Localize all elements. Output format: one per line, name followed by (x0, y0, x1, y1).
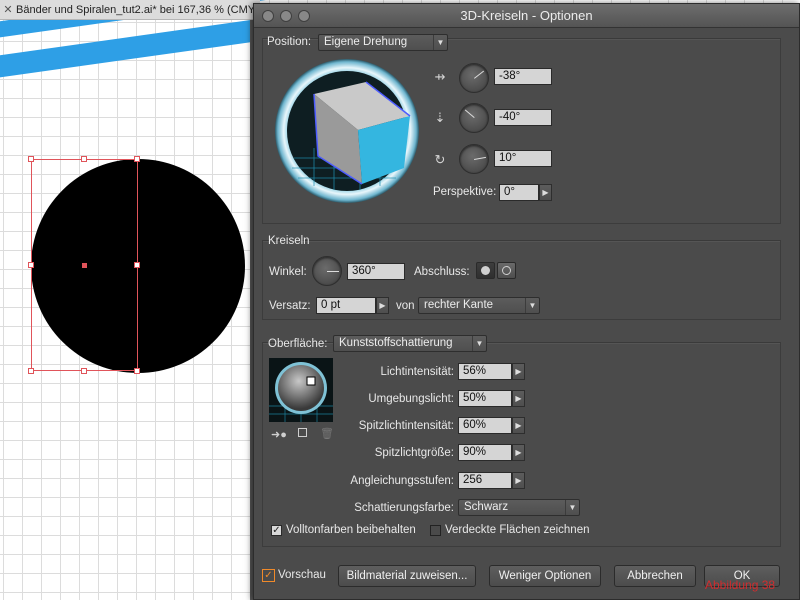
winkel-dial[interactable] (312, 256, 342, 286)
document-tab-title: Bänder und Spiralen_tut2.ai* bei 167,36 … (16, 4, 260, 16)
light-source-handle (306, 376, 316, 386)
spitzlichtintensitaet-field[interactable]: 60% (458, 417, 512, 434)
z-axis-angle-field[interactable]: 10° (494, 150, 552, 167)
x-axis-angle-field[interactable]: -38° (494, 68, 552, 85)
vorschau-label: Vorschau (278, 569, 326, 581)
dialog-title: 3D-Kreiseln - Optionen (460, 8, 593, 23)
selection-handle[interactable] (28, 368, 34, 374)
verdeckte-checkbox[interactable] (430, 525, 441, 536)
rotation-track-cube[interactable] (274, 58, 420, 204)
z-axis-rotation-icon: ↻ (434, 152, 446, 167)
oberflaeche-dropdown-value: Kunststoffschattierung (339, 337, 453, 349)
umgebungslicht-label: Umgebungslicht: (368, 393, 454, 405)
perspective-field[interactable]: 0° (499, 184, 539, 201)
chevron-down-icon: ▼ (472, 336, 486, 351)
new-light-icon[interactable] (298, 428, 307, 437)
versatz-label: Versatz: (269, 300, 311, 312)
winkel-field[interactable]: 360° (347, 263, 405, 280)
schattierungsfarbe-dropdown[interactable]: Schwarz ▼ (458, 499, 580, 516)
close-window-icon[interactable] (262, 10, 274, 22)
abbrechen-button[interactable]: Abbrechen (614, 565, 696, 587)
selection-handle[interactable] (134, 156, 140, 162)
selection-handle[interactable] (81, 156, 87, 162)
winkel-label: Winkel: (269, 266, 307, 278)
angleichungsstufen-label: Angleichungsstufen: (350, 475, 454, 487)
schattierungsfarbe-dropdown-value: Schwarz (464, 501, 509, 513)
kreiseln-heading: Kreiseln (268, 235, 310, 247)
chevron-down-icon: ▼ (433, 35, 447, 50)
spitzlichtgroesse-label: Spitzlichtgröße: (374, 447, 454, 459)
x-axis-dial[interactable] (459, 63, 489, 93)
move-light-to-back-icon[interactable]: ➜● (271, 428, 287, 441)
spitzlichtgroesse-slider-button[interactable]: ▶ (512, 444, 525, 461)
spitzlichtgroesse-field[interactable]: 90% (458, 444, 512, 461)
spitzlichtintensitaet-slider-button[interactable]: ▶ (512, 417, 525, 434)
chevron-down-icon: ▼ (565, 500, 579, 515)
von-dropdown[interactable]: rechter Kante ▼ (418, 297, 540, 314)
bildmaterial-zuweisen-button[interactable]: Bildmaterial zuweisen... (338, 565, 476, 587)
selection-handle[interactable] (28, 262, 34, 268)
close-tab-icon[interactable]: ✕ (0, 0, 16, 19)
figure-caption-watermark: Abbildung 38 (705, 578, 776, 592)
von-dropdown-value: rechter Kante (424, 299, 494, 311)
position-label: Position: (267, 36, 312, 48)
y-axis-dial[interactable] (459, 103, 489, 133)
abschluss-label: Abschluss: (414, 266, 470, 278)
y-axis-rotation-icon: ⇣ (434, 110, 446, 125)
selection-handle[interactable] (134, 368, 140, 374)
oberflaeche-label: Oberfläche: (268, 338, 328, 350)
spitzlichtintensitaet-label: Spitzlichtintensität: (358, 420, 454, 432)
umgebungslicht-slider-button[interactable]: ▶ (512, 390, 525, 407)
von-label: von (396, 300, 415, 312)
selection-handle[interactable] (134, 262, 140, 268)
versatz-field[interactable]: 0 pt (316, 297, 376, 314)
lichtintensitaet-label: Lichtintensität: (380, 366, 454, 378)
document-tab[interactable]: ✕ Bänder und Spiralen_tut2.ai* bei 167,36… (0, 0, 260, 20)
umgebungslicht-field[interactable]: 50% (458, 390, 512, 407)
y-axis-angle-field[interactable]: -40° (494, 109, 552, 126)
z-axis-dial[interactable] (459, 144, 489, 174)
cap-on-icon[interactable] (476, 262, 495, 279)
selection-handle[interactable] (28, 156, 34, 162)
lichtintensitaet-slider-button[interactable]: ▶ (512, 363, 525, 380)
perspective-slider-button[interactable]: ▶ (539, 184, 552, 201)
lichtintensitaet-field[interactable]: 56% (458, 363, 512, 380)
dialog-titlebar[interactable]: 3D-Kreiseln - Optionen (254, 4, 799, 28)
selection-handle[interactable] (81, 368, 87, 374)
chevron-down-icon: ▼ (525, 298, 539, 313)
angleichungsstufen-field[interactable]: 256 (458, 472, 512, 489)
x-axis-rotation-icon: ⇸ (434, 69, 446, 84)
zoom-window-icon[interactable] (298, 10, 310, 22)
schattierungsfarbe-label: Schattierungsfarbe: (354, 502, 454, 514)
weniger-optionen-button[interactable]: Weniger Optionen (489, 565, 601, 587)
3d-revolve-options-dialog: 3D-Kreiseln - Optionen Position: Eigene … (253, 3, 800, 600)
position-dropdown-value: Eigene Drehung (324, 36, 408, 48)
position-dropdown[interactable]: Eigene Drehung ▼ (318, 34, 448, 51)
minimize-window-icon[interactable] (280, 10, 292, 22)
oberflaeche-dropdown[interactable]: Kunststoffschattierung ▼ (333, 335, 487, 352)
selection-center-point (82, 263, 87, 268)
volltonfarben-label: Volltonfarben beibehalten (286, 524, 416, 536)
versatz-slider-button[interactable]: ▶ (376, 297, 389, 314)
volltonfarben-checkbox[interactable]: ✓ (271, 525, 282, 536)
angleichungsstufen-slider-button[interactable]: ▶ (512, 472, 525, 489)
vorschau-checkbox[interactable]: ✓ (262, 569, 275, 582)
verdeckte-label: Verdeckte Flächen zeichnen (445, 524, 590, 536)
cap-off-icon[interactable] (497, 262, 516, 279)
perspective-label: Perspektive: (433, 186, 497, 198)
